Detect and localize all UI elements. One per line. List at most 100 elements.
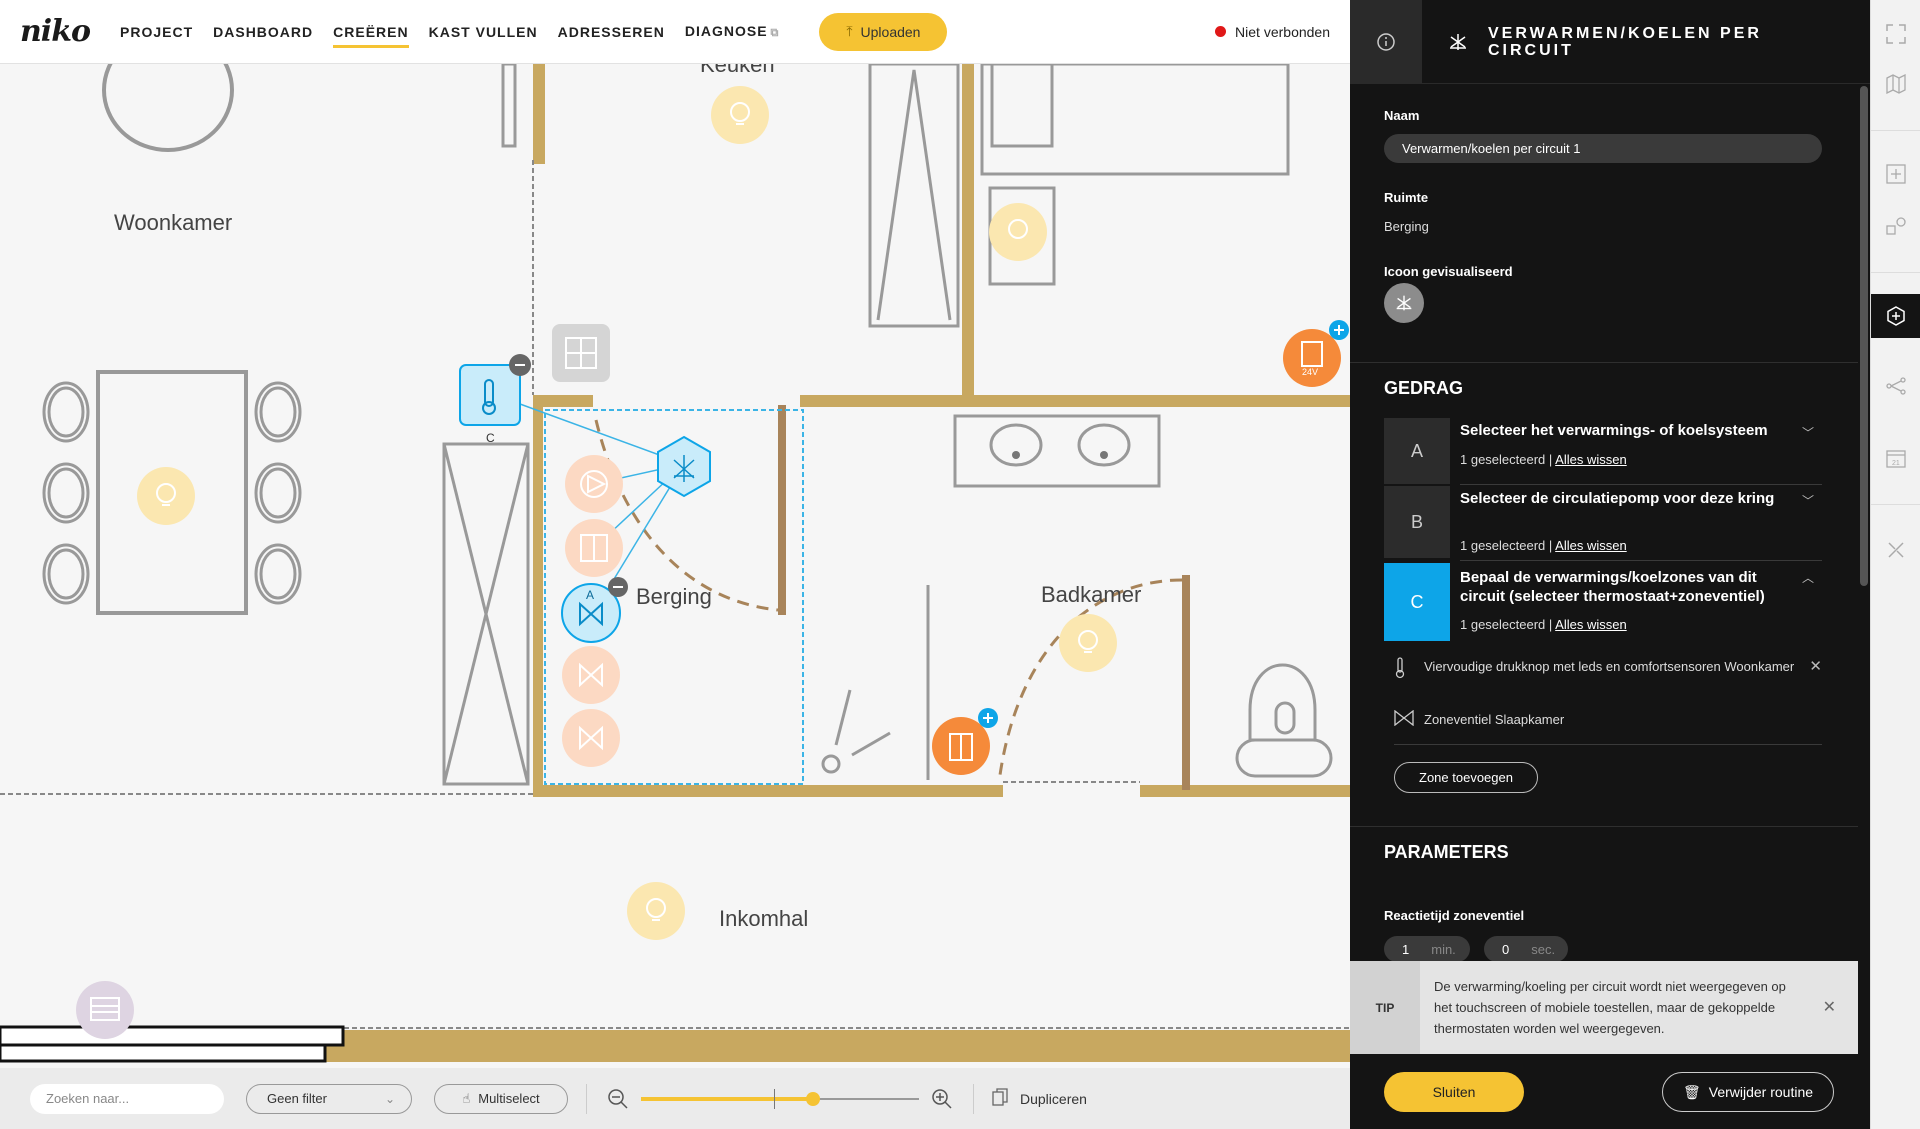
zone-valve-device-2[interactable] bbox=[562, 709, 620, 767]
panel-scrollbar[interactable] bbox=[1860, 86, 1868, 586]
close-icon[interactable]: ✕ bbox=[1823, 997, 1836, 1017]
multiselect-label: Multiselect bbox=[478, 1091, 540, 1106]
name-input[interactable] bbox=[1384, 134, 1822, 163]
upload-icon: ⤒ bbox=[846, 23, 853, 39]
zoom-handle[interactable] bbox=[806, 1091, 820, 1106]
nav-diagnose[interactable]: DIAGNOSE ⧉ bbox=[685, 17, 780, 46]
chevron-up-icon[interactable]: ︿ bbox=[1802, 569, 1814, 586]
light-woonkamer[interactable] bbox=[137, 467, 195, 525]
reaction-minutes-input[interactable]: 1 min. bbox=[1384, 936, 1470, 962]
nav-creeren[interactable]: CREËREN bbox=[333, 18, 410, 48]
step-c-clear-link[interactable]: Alles wissen bbox=[1555, 617, 1627, 632]
step-separator bbox=[1460, 560, 1822, 561]
zoom-in-icon[interactable] bbox=[929, 1086, 955, 1112]
info-tab[interactable] bbox=[1350, 0, 1422, 83]
delete-routine-button[interactable]: 🗑 Verwijder routine bbox=[1662, 1072, 1834, 1112]
heating-cooling-routine-icon[interactable] bbox=[657, 435, 711, 498]
zoom-out-icon[interactable] bbox=[605, 1086, 631, 1112]
add-device-icon[interactable] bbox=[1871, 152, 1920, 196]
delete-routine-label: Verwijder routine bbox=[1708, 1084, 1814, 1100]
routines-icon[interactable] bbox=[1871, 294, 1920, 338]
zone-valve-device-selected[interactable]: A bbox=[561, 577, 628, 643]
step-b[interactable]: B Selecteer de circulatiepomp voor deze … bbox=[1384, 486, 1822, 558]
tools-icon[interactable] bbox=[1871, 528, 1920, 572]
power-supply-device[interactable]: 24V bbox=[1283, 320, 1349, 387]
behaviour-title: GEDRAG bbox=[1384, 378, 1464, 398]
parameters-title: PARAMETERS bbox=[1384, 842, 1509, 862]
step-separator bbox=[1460, 484, 1822, 485]
room-label-inkomhal: Inkomhal bbox=[719, 906, 808, 931]
step-c-letter: C bbox=[1384, 563, 1450, 641]
filter-select[interactable]: Geen filter ⌄ bbox=[246, 1083, 412, 1114]
upload-label: Uploaden bbox=[860, 23, 921, 40]
remove-icon[interactable]: ✕ bbox=[1809, 657, 1822, 677]
external-link-icon: ⧉ bbox=[770, 27, 780, 39]
shapes-icon[interactable] bbox=[1871, 204, 1920, 248]
valve-icon bbox=[1394, 709, 1424, 732]
step-a-title: Selecteer het verwarmings- of koelsystee… bbox=[1460, 422, 1768, 439]
nav-kast-vullen[interactable]: KAST VULLEN bbox=[429, 18, 538, 46]
calendar-icon[interactable]: 21 bbox=[1871, 436, 1920, 480]
bathroom-thermostat-device[interactable] bbox=[932, 708, 998, 775]
step-b-clear-link[interactable]: Alles wissen bbox=[1555, 538, 1627, 553]
svg-text:21: 21 bbox=[1892, 460, 1900, 467]
search-input[interactable] bbox=[30, 1083, 224, 1114]
close-button[interactable]: Sluiten bbox=[1384, 1072, 1524, 1112]
name-label: Naam bbox=[1384, 108, 1420, 123]
panel-title: Verwarmen/koelen per circuit bbox=[1488, 24, 1762, 59]
pump-device[interactable] bbox=[565, 455, 623, 513]
duplicate-button[interactable]: Dupliceren bbox=[992, 1088, 1087, 1109]
links-icon[interactable] bbox=[1871, 364, 1920, 408]
step-a-letter: A bbox=[1384, 418, 1450, 484]
thermometer-icon bbox=[1394, 657, 1424, 685]
zoom-slider[interactable] bbox=[641, 1088, 919, 1109]
light-inkomhal[interactable] bbox=[627, 882, 685, 940]
thermostat-device[interactable]: C bbox=[459, 354, 531, 445]
reaction-time-label: Reactietijd zoneventiel bbox=[1384, 908, 1525, 923]
chevron-down-icon[interactable]: ﹀ bbox=[1802, 492, 1814, 509]
light-badkamer[interactable] bbox=[1059, 614, 1117, 672]
status-dot-icon bbox=[1215, 26, 1227, 37]
visualized-icon-button[interactable] bbox=[1384, 283, 1424, 323]
step-c-title: Bepaal de verwarmings/koelzones van dit … bbox=[1460, 569, 1765, 605]
filter-label: Geen filter bbox=[267, 1091, 327, 1106]
step-a[interactable]: A Selecteer het verwarmings- of koelsyst… bbox=[1384, 418, 1822, 484]
connection-status-label: Niet verbonden bbox=[1235, 23, 1330, 40]
add-zone-button[interactable]: Zone toevoegen bbox=[1394, 762, 1538, 793]
power-supply-label: 24V bbox=[1302, 367, 1318, 377]
light-shower[interactable] bbox=[989, 203, 1047, 261]
panel-title-wrap: Verwarmen/koelen per circuit bbox=[1422, 0, 1788, 83]
hand-icon: ☝ bbox=[462, 1090, 471, 1106]
light-keuken[interactable] bbox=[711, 86, 769, 144]
copy-icon bbox=[992, 1088, 1008, 1109]
rail-divider bbox=[1871, 272, 1920, 273]
nav-project[interactable]: PROJECT bbox=[120, 18, 193, 46]
tip-label: TIP bbox=[1350, 961, 1420, 1054]
multiselect-button[interactable]: ☝ Multiselect bbox=[434, 1083, 568, 1114]
thermostat-letter: C bbox=[486, 431, 495, 445]
nav-dashboard[interactable]: DASHBOARD bbox=[213, 18, 313, 46]
shutter-device[interactable] bbox=[76, 981, 134, 1039]
nav-adresseren[interactable]: ADRESSEREN bbox=[558, 18, 665, 46]
chevron-down-icon[interactable]: ﹀ bbox=[1802, 424, 1814, 441]
floorplan-canvas[interactable]: Keuken Woonkamer Berging Badkamer Inkomh… bbox=[0, 64, 1350, 1067]
upload-button[interactable]: ⤒ Uploaden bbox=[819, 12, 948, 51]
rail-divider bbox=[1871, 504, 1920, 505]
reaction-seconds-input[interactable]: 0 sec. bbox=[1484, 936, 1568, 962]
heating-system-device[interactable] bbox=[565, 519, 623, 577]
nav-diagnose-label: DIAGNOSE bbox=[684, 23, 768, 39]
table-grid-device[interactable] bbox=[552, 324, 610, 382]
zone-valve-device[interactable] bbox=[562, 646, 620, 704]
floorplan-drawing[interactable]: Keuken Woonkamer Berging Badkamer Inkomh… bbox=[0, 64, 1350, 1067]
step-a-clear-link[interactable]: Alles wissen bbox=[1555, 452, 1627, 467]
selected-item-label: Zoneventiel Slaapkamer bbox=[1424, 712, 1565, 727]
step-c[interactable]: C Bepaal de verwarmings/koelzones van di… bbox=[1384, 563, 1822, 641]
toolbar-divider-2 bbox=[973, 1083, 974, 1114]
room-label-berging: Berging bbox=[636, 584, 712, 609]
niko-logo: niko bbox=[20, 14, 91, 49]
top-navigation-bar: niko PROJECT DASHBOARD CREËREN KAST VULL… bbox=[0, 0, 1350, 64]
seconds-unit: sec. bbox=[1531, 941, 1556, 957]
fullscreen-icon[interactable] bbox=[1871, 12, 1920, 56]
app-window: niko PROJECT DASHBOARD CREËREN KAST VULL… bbox=[0, 0, 1920, 1129]
map-icon[interactable] bbox=[1871, 62, 1920, 106]
